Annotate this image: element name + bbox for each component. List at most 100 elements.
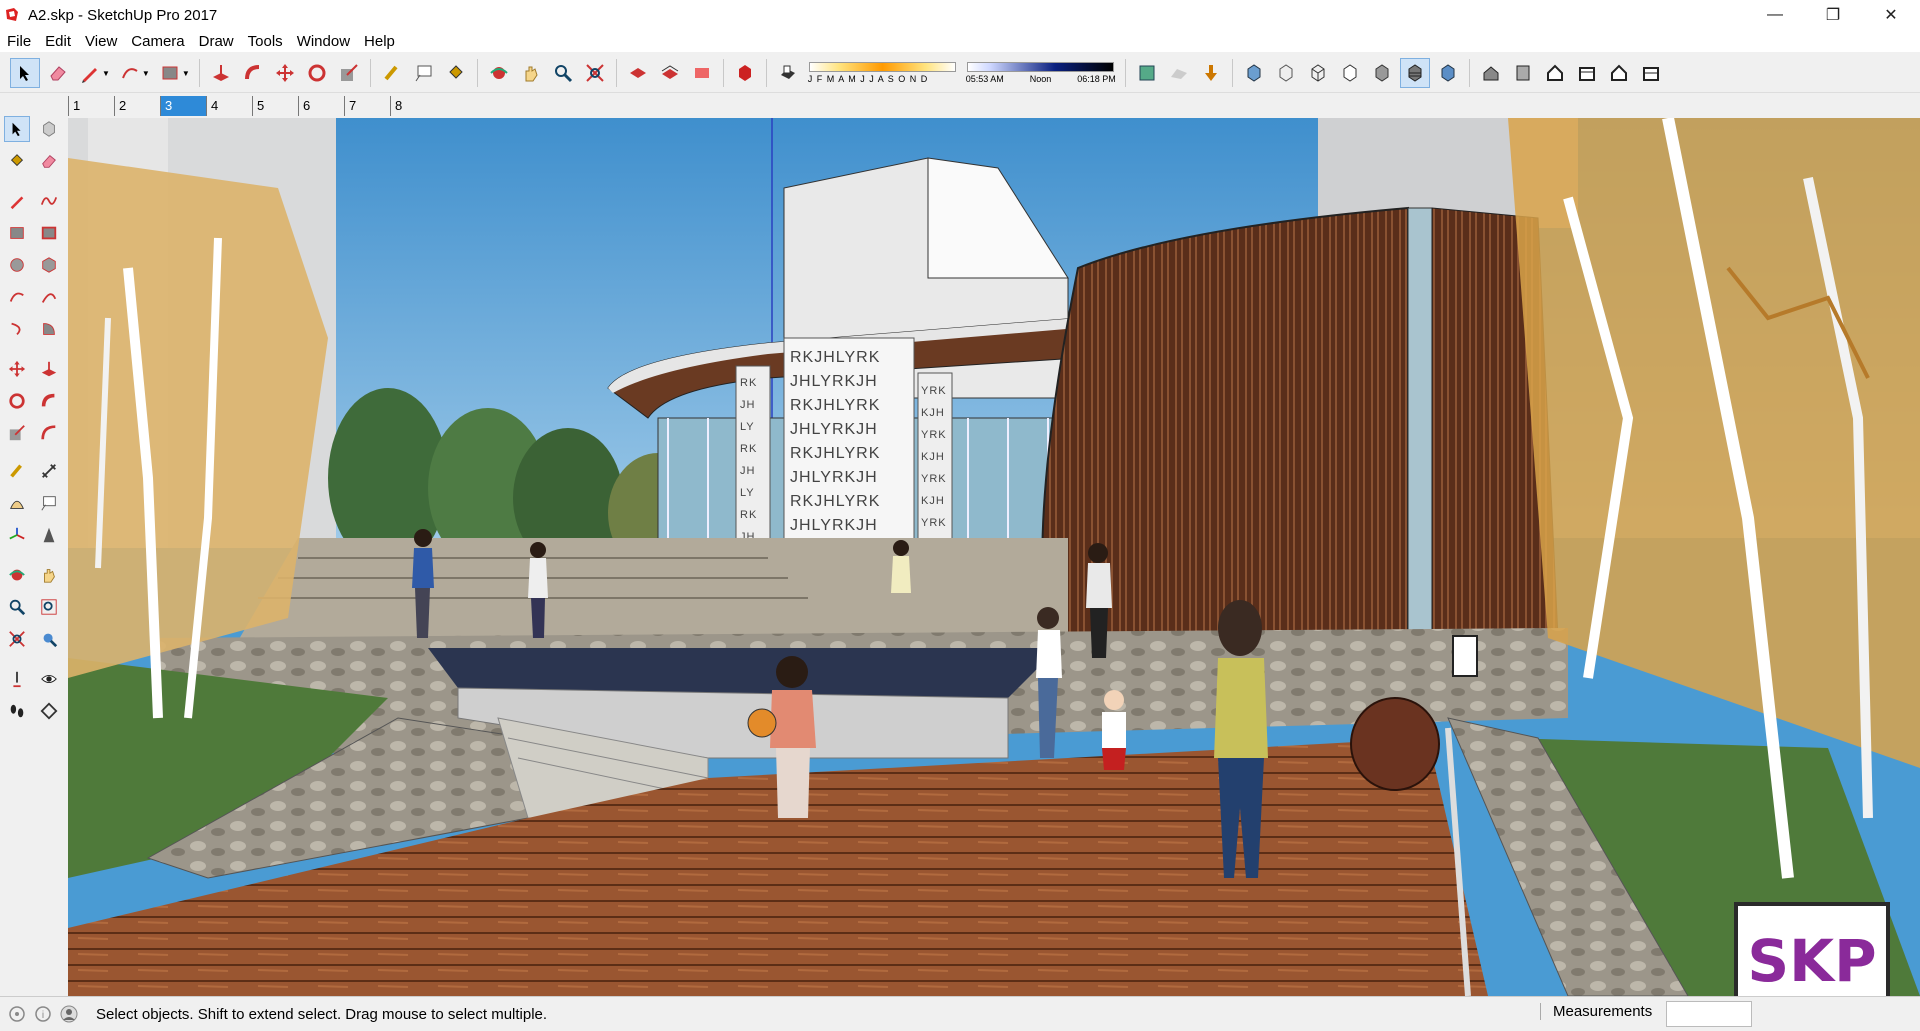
lt-line-button[interactable]	[4, 188, 30, 214]
menu-view[interactable]: View	[78, 33, 124, 50]
lt-select-button[interactable]	[4, 116, 30, 142]
tape-measure-button[interactable]	[378, 59, 406, 87]
lt-circle-button[interactable]	[4, 252, 30, 278]
lt-pan-button[interactable]	[36, 562, 62, 588]
scene-tab-3[interactable]: 3	[160, 96, 206, 116]
lt-polygon-button[interactable]	[36, 252, 62, 278]
orbit-button[interactable]	[485, 59, 513, 87]
restore-button[interactable]: ❐	[1804, 0, 1862, 30]
shadow-time-slider[interactable]: 05:53 AM Noon 06:18 PM	[966, 62, 1116, 84]
share-component-button[interactable]	[688, 59, 716, 87]
menu-file[interactable]: File	[0, 33, 38, 50]
lt-position-camera-button[interactable]	[4, 666, 30, 692]
pan-button[interactable]	[517, 59, 545, 87]
zoom-button[interactable]	[549, 59, 577, 87]
follow-me-button[interactable]	[239, 59, 267, 87]
close-button[interactable]: ✕	[1862, 0, 1920, 30]
line-tool-button[interactable]	[76, 59, 104, 87]
lt-zoom-button[interactable]	[4, 594, 30, 620]
lt-text-button[interactable]	[36, 490, 62, 516]
shaded-textures-button[interactable]	[1399, 58, 1430, 88]
lt-move-button[interactable]	[4, 356, 30, 382]
add-location-button[interactable]	[1133, 59, 1161, 87]
move-button[interactable]	[271, 59, 299, 87]
lt-rectangle-button[interactable]	[4, 220, 30, 246]
scene-tab-4[interactable]: 4	[206, 96, 252, 116]
menu-help[interactable]: Help	[357, 33, 402, 50]
zoom-extents-button[interactable]	[581, 59, 609, 87]
rotate-button[interactable]	[303, 59, 331, 87]
menu-camera[interactable]: Camera	[124, 33, 191, 50]
select-tool-button[interactable]	[10, 58, 40, 88]
lt-pie-button[interactable]	[36, 316, 62, 342]
lt-look-around-button[interactable]	[36, 666, 62, 692]
back-edges-button[interactable]	[1272, 59, 1300, 87]
geolocation-icon[interactable]	[8, 1005, 26, 1023]
lt-push-pull-button[interactable]	[36, 356, 62, 382]
xray-style-button[interactable]	[1240, 59, 1268, 87]
measurements-input[interactable]	[1666, 1001, 1752, 1027]
lt-component-button[interactable]	[36, 116, 62, 142]
user-account-icon[interactable]	[60, 1005, 78, 1023]
scene-tab-1[interactable]: 1	[68, 96, 114, 116]
lt-paint-button[interactable]	[4, 148, 30, 174]
push-pull-button[interactable]	[207, 59, 235, 87]
scene-tab-7[interactable]: 7	[344, 96, 390, 116]
back-view-button[interactable]	[1605, 59, 1633, 87]
extension-warehouse-button[interactable]	[731, 59, 759, 87]
credits-icon[interactable]: i	[34, 1005, 52, 1023]
hidden-line-button[interactable]	[1336, 59, 1364, 87]
paint-bucket-button[interactable]	[442, 59, 470, 87]
shadow-month-slider[interactable]: J F M A M J J A S O N D	[808, 62, 958, 84]
scale-button[interactable]	[335, 59, 363, 87]
menu-window[interactable]: Window	[290, 33, 357, 50]
share-model-button[interactable]	[656, 59, 684, 87]
shape-dropdown-icon[interactable]: ▼	[182, 69, 190, 78]
wireframe-button[interactable]	[1304, 59, 1332, 87]
iso-view-button[interactable]	[1477, 59, 1505, 87]
shaded-button[interactable]	[1368, 59, 1396, 87]
model-viewport[interactable]: RKJHLYRK JHLYRKJH RKJHLYRK JHLYRKJH RKJHLYRK…	[68, 118, 1920, 996]
scene-tab-6[interactable]: 6	[298, 96, 344, 116]
lt-dimension-button[interactable]	[36, 458, 62, 484]
eraser-button[interactable]	[44, 59, 72, 87]
scene-tab-2[interactable]: 2	[114, 96, 160, 116]
lt-rotated-rectangle-button[interactable]	[36, 220, 62, 246]
scene-tab-5[interactable]: 5	[252, 96, 298, 116]
lt-3d-text-button[interactable]	[36, 522, 62, 548]
photo-textures-button[interactable]	[1197, 59, 1225, 87]
scene-tab-8[interactable]: 8	[390, 96, 436, 116]
lt-rotate-button[interactable]	[4, 388, 30, 414]
rectangle-tool-button[interactable]	[156, 59, 184, 87]
front-view-button[interactable]	[1541, 59, 1569, 87]
menu-edit[interactable]: Edit	[38, 33, 78, 50]
left-view-button[interactable]	[1637, 59, 1665, 87]
lt-scale-button[interactable]	[4, 420, 30, 446]
time-bar[interactable]	[967, 62, 1115, 72]
lt-zoom-window-button[interactable]	[36, 594, 62, 620]
arc-dropdown-icon[interactable]: ▼	[142, 69, 150, 78]
minimize-button[interactable]: —	[1746, 0, 1804, 30]
right-view-button[interactable]	[1573, 59, 1601, 87]
top-view-button[interactable]	[1509, 59, 1537, 87]
text-tool-button[interactable]	[410, 59, 438, 87]
arc-tool-button[interactable]	[116, 59, 144, 87]
lt-2pt-arc-button[interactable]	[36, 284, 62, 310]
menu-draw[interactable]: Draw	[192, 33, 241, 50]
lt-offset-button[interactable]	[36, 420, 62, 446]
toggle-terrain-button[interactable]	[1165, 59, 1193, 87]
lt-eraser-button[interactable]	[36, 148, 62, 174]
lt-tape-button[interactable]	[4, 458, 30, 484]
warehouse-button[interactable]	[624, 59, 652, 87]
lt-axes-button[interactable]	[4, 522, 30, 548]
lt-orbit-button[interactable]	[4, 562, 30, 588]
lt-walk-button[interactable]	[4, 698, 30, 724]
lt-previous-view-button[interactable]	[36, 626, 62, 652]
lt-freehand-button[interactable]	[36, 188, 62, 214]
lt-section-plane-button[interactable]	[36, 698, 62, 724]
month-bar[interactable]	[809, 62, 957, 72]
lt-follow-me-button[interactable]	[36, 388, 62, 414]
menu-tools[interactable]: Tools	[241, 33, 290, 50]
lt-zoom-extents-button[interactable]	[4, 626, 30, 652]
lt-protractor-button[interactable]	[4, 490, 30, 516]
